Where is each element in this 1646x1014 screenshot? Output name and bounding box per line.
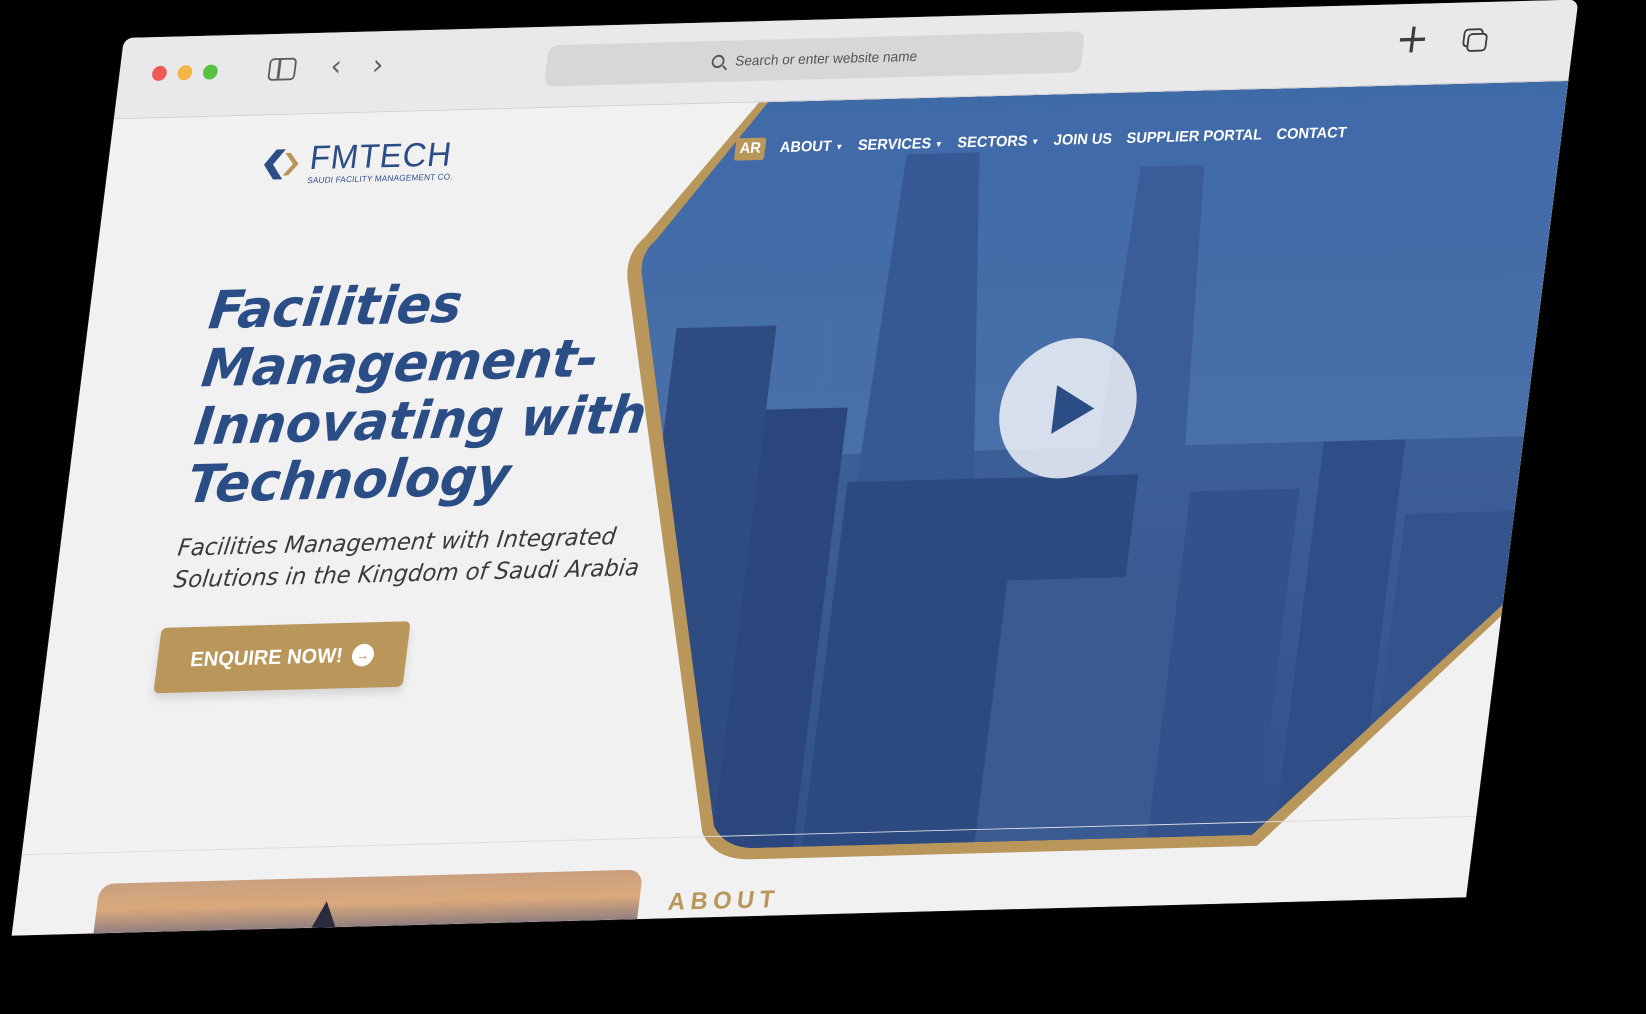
language-switch-ar[interactable]: AR	[733, 137, 767, 161]
web-page: FMTECH SAUDI FACILITY MANAGEMENT CO. AR …	[11, 80, 1569, 936]
new-tab-plus-icon[interactable]: +	[1393, 15, 1432, 64]
caret-down-icon: ▼	[1030, 136, 1040, 147]
logo-name: FMTECH	[307, 134, 455, 177]
tower-silhouette	[294, 900, 353, 936]
sidebar-toggle-icon[interactable]	[267, 57, 298, 81]
search-icon	[710, 54, 726, 69]
hero-headline: Facilities Management- Innovating with T…	[184, 270, 686, 515]
about-section-heading: ABOUT	[666, 884, 782, 916]
headline-line: Innovating with	[191, 384, 650, 458]
nav-services-label: SERVICES	[856, 135, 933, 154]
nav-sectors-label: SECTORS	[956, 133, 1029, 152]
stage: ‹ › Search or enter website name + FMTEC…	[0, 0, 1646, 1014]
nav-item-about[interactable]: ABOUT ▼	[779, 138, 845, 157]
nav-item-contact[interactable]: CONTACT	[1275, 125, 1348, 144]
back-arrow-icon[interactable]: ‹	[329, 50, 344, 83]
forward-arrow-icon[interactable]: ›	[370, 49, 385, 82]
minimize-window-button[interactable]	[176, 65, 194, 81]
close-window-button[interactable]	[151, 65, 168, 82]
enquire-now-button[interactable]: ENQUIRE NOW! →	[153, 621, 411, 694]
caret-down-icon: ▼	[834, 141, 844, 152]
caret-down-icon: ▼	[934, 139, 944, 149]
maximize-window-button[interactable]	[202, 64, 219, 80]
nav-item-sectors[interactable]: SECTORS ▼	[956, 133, 1040, 152]
nav-item-join-us[interactable]: JOIN US	[1053, 131, 1113, 149]
tab-overview-icon[interactable]	[1461, 28, 1489, 52]
arrow-right-circle-icon: →	[350, 643, 376, 667]
browser-window: ‹ › Search or enter website name + FMTEC…	[11, 0, 1579, 936]
logo-mark-icon	[263, 149, 299, 180]
hero-subheadline: Facilities Management with Integrated So…	[172, 522, 641, 594]
nav-item-supplier-portal[interactable]: SUPPLIER PORTAL	[1125, 127, 1263, 147]
address-bar[interactable]: Search or enter website name	[543, 31, 1086, 87]
site-logo[interactable]: FMTECH SAUDI FACILITY MANAGEMENT CO.	[259, 134, 457, 186]
nav-item-services[interactable]: SERVICES ▼	[857, 136, 944, 155]
nav-about-label: ABOUT	[778, 138, 833, 156]
address-bar-placeholder: Search or enter website name	[734, 48, 919, 69]
enquire-now-label: ENQUIRE NOW!	[189, 643, 345, 671]
